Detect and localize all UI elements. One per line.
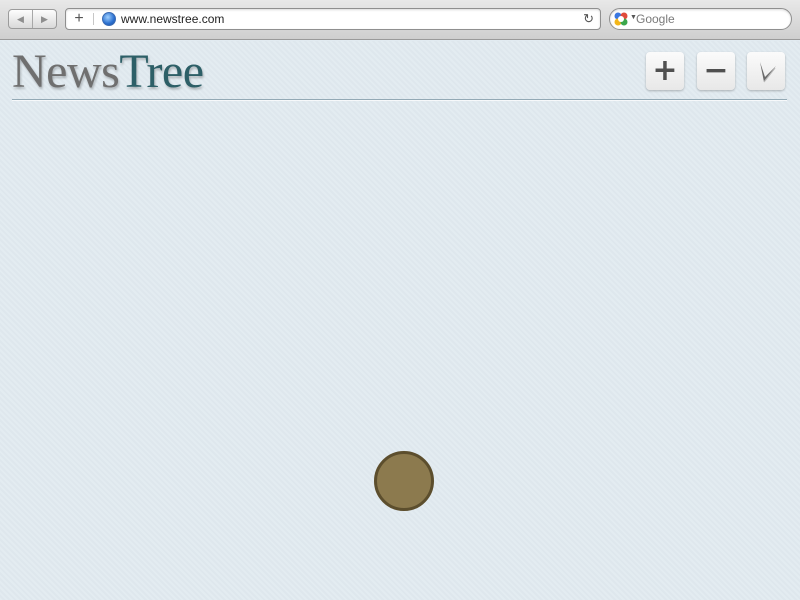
- back-button[interactable]: ◀: [9, 10, 32, 28]
- nav-buttons: ◀ ▶: [8, 9, 57, 29]
- header-divider: [12, 99, 787, 100]
- reload-icon[interactable]: ↻: [583, 11, 594, 27]
- page-canvas: NewsTree + −: [0, 41, 800, 600]
- add-bookmark-icon[interactable]: +: [69, 10, 89, 28]
- address-divider: [93, 13, 94, 25]
- search-bar[interactable]: ▼ Google: [609, 8, 792, 30]
- site-logo: NewsTree: [12, 44, 204, 100]
- timeline-button[interactable]: [747, 52, 785, 90]
- url-text[interactable]: www.newstree.com: [121, 12, 224, 26]
- tree-root-node[interactable]: [374, 451, 434, 511]
- browser-toolbar: ◀ ▶ + www.newstree.com ↻ ▼ Google: [0, 0, 800, 40]
- google-icon[interactable]: [613, 11, 629, 27]
- clock-icon: [760, 62, 776, 83]
- logo-tree-text: Tree: [119, 45, 204, 98]
- zoom-in-button[interactable]: +: [646, 52, 684, 90]
- forward-icon: ▶: [41, 13, 48, 24]
- globe-icon: [102, 12, 116, 26]
- forward-button[interactable]: ▶: [32, 10, 56, 28]
- search-placeholder: Google: [636, 12, 675, 26]
- zoom-out-button[interactable]: −: [697, 52, 735, 90]
- logo-news-text: News: [12, 45, 120, 98]
- back-icon: ◀: [17, 13, 24, 24]
- plus-icon: +: [652, 53, 678, 88]
- minus-icon: −: [703, 53, 729, 88]
- address-bar[interactable]: + www.newstree.com ↻: [65, 8, 601, 30]
